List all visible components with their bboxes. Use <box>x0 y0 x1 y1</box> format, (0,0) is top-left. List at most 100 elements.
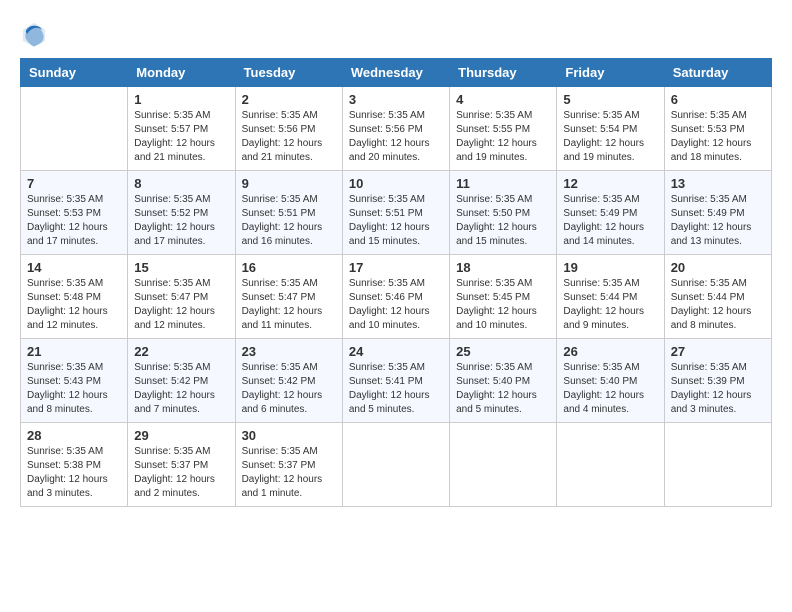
calendar-cell <box>21 87 128 171</box>
calendar-week-row: 7 Sunrise: 5:35 AM Sunset: 5:53 PM Daylig… <box>21 171 772 255</box>
col-header-tuesday: Tuesday <box>235 59 342 87</box>
page-header <box>20 20 772 48</box>
calendar-cell: 2Sunrise: 5:35 AM Sunset: 5:56 PM Daylig… <box>235 87 342 171</box>
col-header-monday: Monday <box>128 59 235 87</box>
day-info: Sunrise: 5:35 AM Sunset: 5:40 PM Dayligh… <box>563 361 657 417</box>
calendar-cell: 14 Sunrise: 5:35 AM Sunset: 5:48 PM Dayli… <box>21 255 128 339</box>
day-number: 25 <box>456 344 550 359</box>
day-info: Sunrise: 5:35 AM Sunset: 5:51 PM Dayligh… <box>349 193 443 249</box>
day-number: 12 <box>563 176 657 191</box>
calendar-cell: 12 Sunrise: 5:35 AM Sunset: 5:49 PM Dayli… <box>557 171 664 255</box>
day-number: 10 <box>349 176 443 191</box>
calendar-cell: 11 Sunrise: 5:35 AM Sunset: 5:50 PM Dayli… <box>450 171 557 255</box>
day-number: 26 <box>563 344 657 359</box>
day-info: Sunrise: 5:35 AM Sunset: 5:44 PM Dayligh… <box>563 277 657 333</box>
day-info: Sunrise: 5:35 AM Sunset: 5:51 PM Dayligh… <box>242 193 336 249</box>
calendar-header-row: SundayMondayTuesdayWednesdayThursdayFrid… <box>21 59 772 87</box>
day-number: 7 <box>27 176 121 191</box>
day-number: 30 <box>242 428 336 443</box>
day-info: Sunrise: 5:35 AM Sunset: 5:50 PM Dayligh… <box>456 193 550 249</box>
calendar-cell <box>664 423 771 507</box>
day-info: Sunrise: 5:35 AM Sunset: 5:53 PM Dayligh… <box>671 109 765 165</box>
day-number: 15 <box>134 260 228 275</box>
day-info: Sunrise: 5:35 AM Sunset: 5:37 PM Dayligh… <box>242 445 336 501</box>
day-number: 11 <box>456 176 550 191</box>
day-info: Sunrise: 5:35 AM Sunset: 5:40 PM Dayligh… <box>456 361 550 417</box>
day-number: 16 <box>242 260 336 275</box>
col-header-thursday: Thursday <box>450 59 557 87</box>
calendar-cell: 17 Sunrise: 5:35 AM Sunset: 5:46 PM Dayli… <box>342 255 449 339</box>
day-number: 13 <box>671 176 765 191</box>
calendar-cell: 9 Sunrise: 5:35 AM Sunset: 5:51 PM Daylig… <box>235 171 342 255</box>
calendar-cell: 21 Sunrise: 5:35 AM Sunset: 5:43 PM Dayli… <box>21 339 128 423</box>
day-number: 17 <box>349 260 443 275</box>
day-number: 24 <box>349 344 443 359</box>
calendar-cell <box>557 423 664 507</box>
calendar-week-row: 14 Sunrise: 5:35 AM Sunset: 5:48 PM Dayli… <box>21 255 772 339</box>
calendar-table: SundayMondayTuesdayWednesdayThursdayFrid… <box>20 58 772 507</box>
calendar-cell: 20 Sunrise: 5:35 AM Sunset: 5:44 PM Dayli… <box>664 255 771 339</box>
calendar-week-row: 1 Sunrise: 5:35 AM Sunset: 5:57 PM Daylig… <box>21 87 772 171</box>
day-number: 21 <box>27 344 121 359</box>
calendar-cell <box>342 423 449 507</box>
calendar-cell: 8 Sunrise: 5:35 AM Sunset: 5:52 PM Daylig… <box>128 171 235 255</box>
day-info: Sunrise: 5:35 AM Sunset: 5:41 PM Dayligh… <box>349 361 443 417</box>
day-number: 27 <box>671 344 765 359</box>
day-number: 6 <box>671 92 765 107</box>
calendar-cell: 10 Sunrise: 5:35 AM Sunset: 5:51 PM Dayli… <box>342 171 449 255</box>
day-info: Sunrise: 5:35 AM Sunset: 5:43 PM Dayligh… <box>27 361 121 417</box>
day-info: Sunrise: 5:35 AM Sunset: 5:46 PM Dayligh… <box>349 277 443 333</box>
logo <box>20 20 52 48</box>
day-info: Sunrise: 5:35 AM Sunset: 5:54 PM Dayligh… <box>563 109 657 165</box>
day-info: Sunrise: 5:35 AM Sunset: 5:48 PM Dayligh… <box>27 277 121 333</box>
day-number: 14 <box>27 260 121 275</box>
calendar-cell: 15Sunrise: 5:35 AM Sunset: 5:47 PM Dayli… <box>128 255 235 339</box>
day-number: 23 <box>242 344 336 359</box>
calendar-cell: 1 Sunrise: 5:35 AM Sunset: 5:57 PM Daylig… <box>128 87 235 171</box>
day-number: 19 <box>563 260 657 275</box>
calendar-cell: 3Sunrise: 5:35 AM Sunset: 5:56 PM Daylig… <box>342 87 449 171</box>
col-header-friday: Friday <box>557 59 664 87</box>
col-header-saturday: Saturday <box>664 59 771 87</box>
calendar-cell: 29 Sunrise: 5:35 AM Sunset: 5:37 PM Dayli… <box>128 423 235 507</box>
calendar-cell: 28Sunrise: 5:35 AM Sunset: 5:38 PM Dayli… <box>21 423 128 507</box>
day-info: Sunrise: 5:35 AM Sunset: 5:45 PM Dayligh… <box>456 277 550 333</box>
day-number: 18 <box>456 260 550 275</box>
calendar-cell: 16 Sunrise: 5:35 AM Sunset: 5:47 PM Dayli… <box>235 255 342 339</box>
calendar-cell: 19 Sunrise: 5:35 AM Sunset: 5:44 PM Dayli… <box>557 255 664 339</box>
calendar-cell: 7 Sunrise: 5:35 AM Sunset: 5:53 PM Daylig… <box>21 171 128 255</box>
day-info: Sunrise: 5:35 AM Sunset: 5:49 PM Dayligh… <box>671 193 765 249</box>
calendar-cell: 27Sunrise: 5:35 AM Sunset: 5:39 PM Dayli… <box>664 339 771 423</box>
day-number: 4 <box>456 92 550 107</box>
day-number: 29 <box>134 428 228 443</box>
day-info: Sunrise: 5:35 AM Sunset: 5:42 PM Dayligh… <box>242 361 336 417</box>
day-number: 28 <box>27 428 121 443</box>
calendar-cell: 24 Sunrise: 5:35 AM Sunset: 5:41 PM Dayli… <box>342 339 449 423</box>
day-info: Sunrise: 5:35 AM Sunset: 5:49 PM Dayligh… <box>563 193 657 249</box>
day-info: Sunrise: 5:35 AM Sunset: 5:56 PM Dayligh… <box>242 109 336 165</box>
day-info: Sunrise: 5:35 AM Sunset: 5:47 PM Dayligh… <box>242 277 336 333</box>
calendar-cell: 4Sunrise: 5:35 AM Sunset: 5:55 PM Daylig… <box>450 87 557 171</box>
day-info: Sunrise: 5:35 AM Sunset: 5:53 PM Dayligh… <box>27 193 121 249</box>
logo-icon <box>20 20 48 48</box>
day-number: 8 <box>134 176 228 191</box>
day-info: Sunrise: 5:35 AM Sunset: 5:52 PM Dayligh… <box>134 193 228 249</box>
day-number: 5 <box>563 92 657 107</box>
day-number: 1 <box>134 92 228 107</box>
calendar-cell: 25 Sunrise: 5:35 AM Sunset: 5:40 PM Dayli… <box>450 339 557 423</box>
day-number: 22 <box>134 344 228 359</box>
day-info: Sunrise: 5:35 AM Sunset: 5:42 PM Dayligh… <box>134 361 228 417</box>
calendar-cell: 22 Sunrise: 5:35 AM Sunset: 5:42 PM Dayli… <box>128 339 235 423</box>
calendar-cell: 13 Sunrise: 5:35 AM Sunset: 5:49 PM Dayli… <box>664 171 771 255</box>
day-info: Sunrise: 5:35 AM Sunset: 5:37 PM Dayligh… <box>134 445 228 501</box>
day-number: 3 <box>349 92 443 107</box>
day-number: 9 <box>242 176 336 191</box>
calendar-cell: 26 Sunrise: 5:35 AM Sunset: 5:40 PM Dayli… <box>557 339 664 423</box>
calendar-cell <box>450 423 557 507</box>
day-number: 20 <box>671 260 765 275</box>
col-header-sunday: Sunday <box>21 59 128 87</box>
calendar-cell: 5 Sunrise: 5:35 AM Sunset: 5:54 PM Daylig… <box>557 87 664 171</box>
calendar-cell: 18 Sunrise: 5:35 AM Sunset: 5:45 PM Dayli… <box>450 255 557 339</box>
day-info: Sunrise: 5:35 AM Sunset: 5:57 PM Dayligh… <box>134 109 228 165</box>
day-info: Sunrise: 5:35 AM Sunset: 5:44 PM Dayligh… <box>671 277 765 333</box>
